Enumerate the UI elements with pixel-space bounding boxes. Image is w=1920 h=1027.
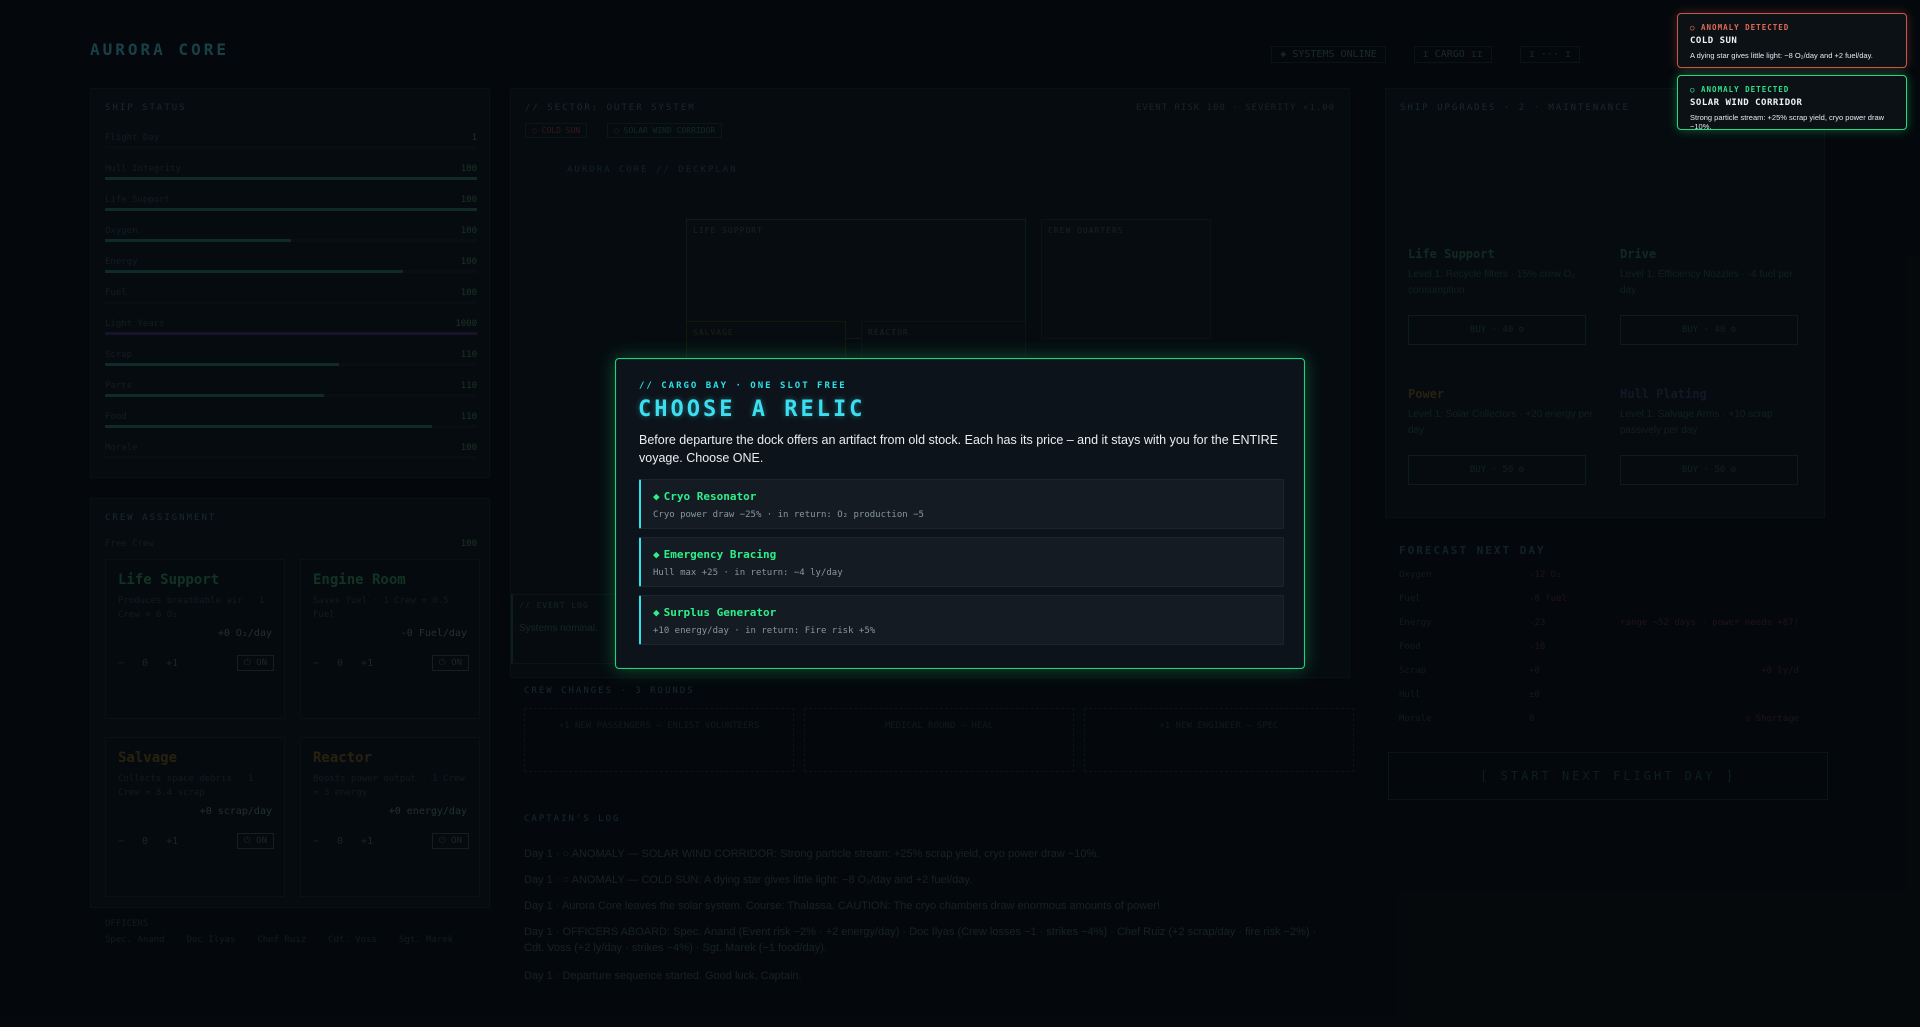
diamond-icon: ◆ bbox=[653, 490, 660, 503]
toast-description: Strong particle stream: +25% scrap yield… bbox=[1690, 113, 1885, 131]
relic-modal: // CARGO BAY · ONE SLOT FREE CHOOSE A RE… bbox=[615, 358, 1305, 669]
relic-option-cryo-resonator[interactable]: ◆ Cryo Resonator Cryo power draw −25% · i… bbox=[639, 479, 1284, 529]
toast-title: COLD SUN bbox=[1690, 36, 1738, 46]
relic-name: Emergency Bracing bbox=[663, 548, 777, 561]
relic-option-surplus-generator[interactable]: ◆ Surplus Generator +10 energy/day · in r… bbox=[639, 595, 1284, 645]
relic-description: Hull max +25 · in return: −4 ly/day bbox=[653, 568, 843, 578]
relic-name: Surplus Generator bbox=[663, 606, 777, 619]
toast-label: ○ ANOMALY DETECTED bbox=[1690, 85, 1790, 94]
modal-title: CHOOSE A RELIC bbox=[638, 397, 866, 422]
toast-description: A dying star gives little light: −8 O₂/d… bbox=[1690, 51, 1873, 60]
relic-description: Cryo power draw −25% · in return: O₂ pro… bbox=[653, 510, 924, 520]
toast-cold-sun[interactable]: ○ ANOMALY DETECTED COLD SUN A dying star… bbox=[1677, 13, 1907, 68]
relic-description: +10 energy/day · in return: Fire risk +5… bbox=[653, 626, 876, 636]
diamond-icon: ◆ bbox=[653, 606, 660, 619]
toast-title: SOLAR WIND CORRIDOR bbox=[1690, 98, 1803, 108]
toast-label: ○ ANOMALY DETECTED bbox=[1690, 23, 1790, 32]
diamond-icon: ◆ bbox=[653, 548, 660, 561]
toast-solar-wind[interactable]: ○ ANOMALY DETECTED SOLAR WIND CORRIDOR S… bbox=[1677, 75, 1907, 131]
relic-option-emergency-bracing[interactable]: ◆ Emergency Bracing Hull max +25 · in ret… bbox=[639, 537, 1284, 587]
relic-name: Cryo Resonator bbox=[663, 490, 757, 503]
modal-description: Before departure the dock offers an arti… bbox=[639, 433, 1278, 465]
modal-eyebrow: // CARGO BAY · ONE SLOT FREE bbox=[639, 381, 847, 391]
